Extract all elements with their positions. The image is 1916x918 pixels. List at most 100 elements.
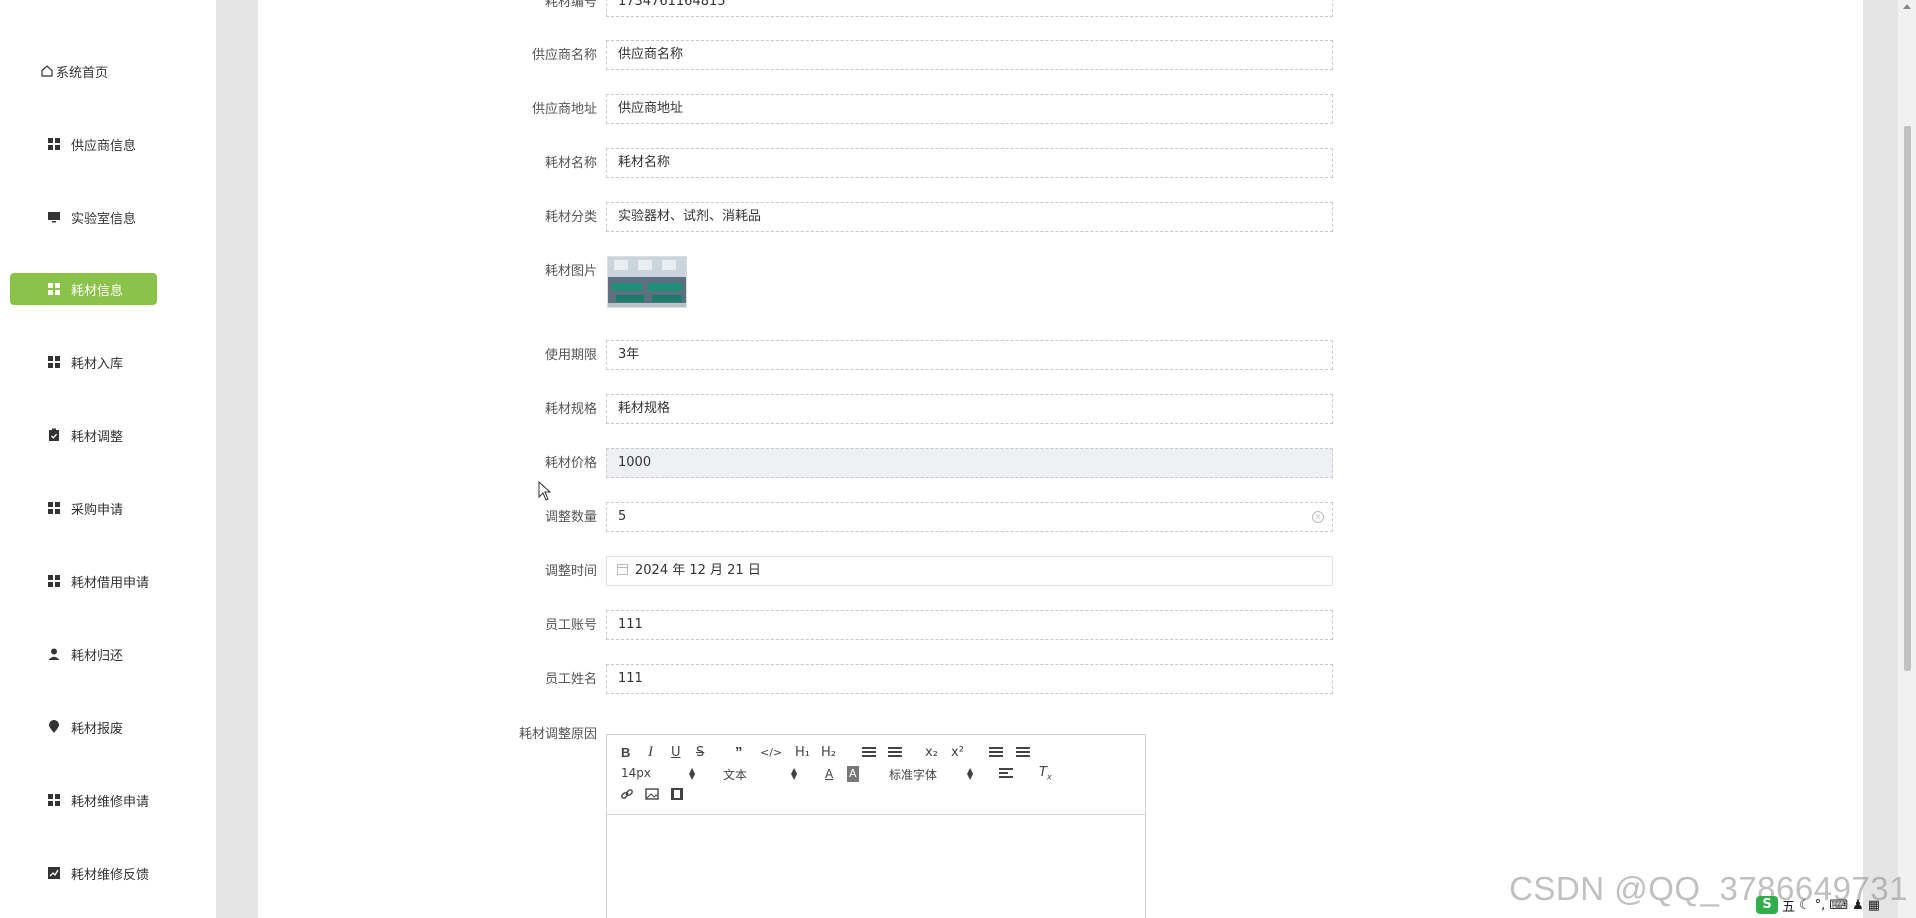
block-type-value: 文本 <box>723 768 748 782</box>
sidebar-item-home[interactable]: 系统首页 <box>10 55 157 87</box>
price-label: 耗材价格 <box>544 456 597 471</box>
italic-icon[interactable]: I <box>648 744 653 760</box>
grid-icon <box>47 282 61 296</box>
superscript-icon[interactable]: x² <box>951 745 964 761</box>
grid-icon <box>47 501 61 515</box>
date-value: 2024 年 12 月 21 日 <box>635 563 761 578</box>
moon-icon[interactable]: ☾ <box>1799 898 1811 913</box>
date-label: 调整时间 <box>544 564 597 579</box>
sidebar-item-label: 耗材归还 <box>71 648 124 664</box>
right-gutter <box>1863 0 1898 918</box>
image-icon[interactable] <box>645 787 659 806</box>
select-arrows-icon: ▲ ▼ <box>689 766 696 781</box>
page-scrollbar[interactable] <box>1898 0 1916 918</box>
supplier-name-field[interactable]: 供应商名称 <box>606 40 1333 70</box>
pin-icon <box>47 720 61 734</box>
sidebar-item-repair-request[interactable]: 耗材维修申请 <box>10 784 157 816</box>
background-color-icon[interactable]: A <box>847 766 859 782</box>
bold-icon[interactable]: B <box>621 745 630 761</box>
sidebar-item-borrow[interactable]: 耗材借用申请 <box>10 565 157 597</box>
ordered-list-icon[interactable] <box>862 745 876 764</box>
item-name-field[interactable]: 耗材名称 <box>606 148 1333 178</box>
sidebar-item-label: 耗材入库 <box>71 356 124 372</box>
quantity-field[interactable]: 5 × <box>606 502 1333 532</box>
sidebar-item-label: 耗材调整 <box>71 429 124 445</box>
link-icon[interactable] <box>620 787 634 806</box>
underline-icon[interactable]: U <box>671 745 681 761</box>
block-type-select[interactable]: 文本 ▲ ▼ <box>723 766 803 783</box>
sidebar-item-label: 采购申请 <box>71 502 124 518</box>
sidebar-item-adjust[interactable]: 耗材调整 <box>10 419 157 451</box>
blockquote-icon[interactable]: ” <box>735 745 743 761</box>
supplier-address-label: 供应商地址 <box>531 102 597 117</box>
bullet-list-icon[interactable] <box>888 745 902 764</box>
sidebar-item-labs[interactable]: 实验室信息 <box>10 201 157 233</box>
strikethrough-icon[interactable]: S <box>696 745 704 761</box>
font-color-icon[interactable]: A <box>825 766 833 782</box>
grid-icon <box>47 574 61 588</box>
category-field[interactable]: 实验器材、试剂、消耗品 <box>606 202 1333 232</box>
font-size-select[interactable]: 14px ▲ ▼ <box>621 766 701 781</box>
date-picker[interactable]: 2024 年 12 月 21 日 <box>606 556 1333 586</box>
sidebar-item-purchase[interactable]: 采购申请 <box>10 492 157 524</box>
font-size-value: 14px <box>621 766 651 780</box>
sogou-icon[interactable]: S <box>1756 896 1778 914</box>
sidebar-item-return[interactable]: 耗材归还 <box>10 638 157 670</box>
mouse-cursor-icon <box>538 481 552 501</box>
calendar-icon <box>617 564 628 575</box>
sidebar-item-consumables[interactable]: 耗材信息 <box>10 273 157 305</box>
code-field[interactable]: 1734761164815 <box>606 0 1333 17</box>
outdent-icon[interactable] <box>989 745 1003 764</box>
video-icon[interactable] <box>670 787 684 806</box>
account-field[interactable]: 111 <box>606 610 1333 640</box>
grid-icon <box>47 793 61 807</box>
chart-icon <box>47 866 61 880</box>
quantity-label: 调整数量 <box>544 510 597 525</box>
account-label: 员工账号 <box>544 618 597 633</box>
indent-icon[interactable] <box>1016 745 1030 764</box>
sidebar-item-label: 耗材借用申请 <box>71 575 150 591</box>
user-icon[interactable]: ♟ <box>1852 898 1864 913</box>
code-label: 耗材编号 <box>544 0 597 10</box>
scrollbar-thumb[interactable] <box>1904 126 1911 671</box>
item-name-label: 耗材名称 <box>544 156 597 171</box>
consumable-image[interactable] <box>607 256 687 308</box>
heading2-icon[interactable]: H₂ <box>821 745 836 761</box>
supplier-address-field[interactable]: 供应商地址 <box>606 94 1333 124</box>
home-icon <box>40 64 54 78</box>
sidebar-item-scrap[interactable]: 耗材报废 <box>10 711 157 743</box>
punctuation-icon[interactable]: °, <box>1815 898 1826 913</box>
sidebar-item-stock-in[interactable]: 耗材入库 <box>10 346 157 378</box>
keyboard-icon[interactable]: ⌨ <box>1829 898 1848 913</box>
select-arrows-icon: ▲ ▼ <box>791 766 798 781</box>
clear-format-icon[interactable]: Tx <box>1039 765 1052 786</box>
scroll-up-arrow-icon[interactable] <box>1903 4 1911 9</box>
code-block-icon[interactable]: </> <box>760 745 782 761</box>
monitor-icon <box>47 210 61 224</box>
sidebar-item-label: 耗材报废 <box>71 721 124 737</box>
sidebar-item-repair-feedback[interactable]: 耗材维修反馈 <box>10 857 157 889</box>
image-label: 耗材图片 <box>544 264 597 279</box>
reason-label: 耗材调整原因 <box>518 727 597 742</box>
staff-name-field[interactable]: 111 <box>606 664 1333 694</box>
select-arrows-icon: ▲ ▼ <box>967 766 974 781</box>
align-icon[interactable] <box>999 766 1013 785</box>
editor-toolbar: B I U S ” </> H₁ H₂ x₂ x² 14px ▲ ▼ 文本 ▲ ▼ … <box>607 735 1145 815</box>
font-family-select[interactable]: 标准字体 ▲ ▼ <box>889 766 979 783</box>
period-field[interactable]: 3年 <box>606 340 1333 370</box>
heading1-icon[interactable]: H₁ <box>795 745 810 761</box>
quantity-value: 5 <box>618 509 627 524</box>
sidebar-item-suppliers[interactable]: 供应商信息 <box>10 128 157 160</box>
reason-editor[interactable]: B I U S ” </> H₁ H₂ x₂ x² 14px ▲ ▼ 文本 ▲ ▼ … <box>606 734 1146 918</box>
category-label: 耗材分类 <box>544 210 597 225</box>
grid-icon[interactable]: ▦ <box>1868 898 1880 913</box>
staff-name-label: 员工姓名 <box>544 672 597 687</box>
ime-mode[interactable]: 五 <box>1782 896 1795 915</box>
clear-icon[interactable]: × <box>1312 511 1324 523</box>
left-gutter <box>216 0 258 918</box>
subscript-icon[interactable]: x₂ <box>925 745 938 761</box>
spec-field[interactable]: 耗材规格 <box>606 394 1333 424</box>
sidebar-item-label: 系统首页 <box>56 65 109 81</box>
sidebar-item-label: 供应商信息 <box>71 138 137 154</box>
price-field[interactable]: 1000 <box>606 448 1333 478</box>
